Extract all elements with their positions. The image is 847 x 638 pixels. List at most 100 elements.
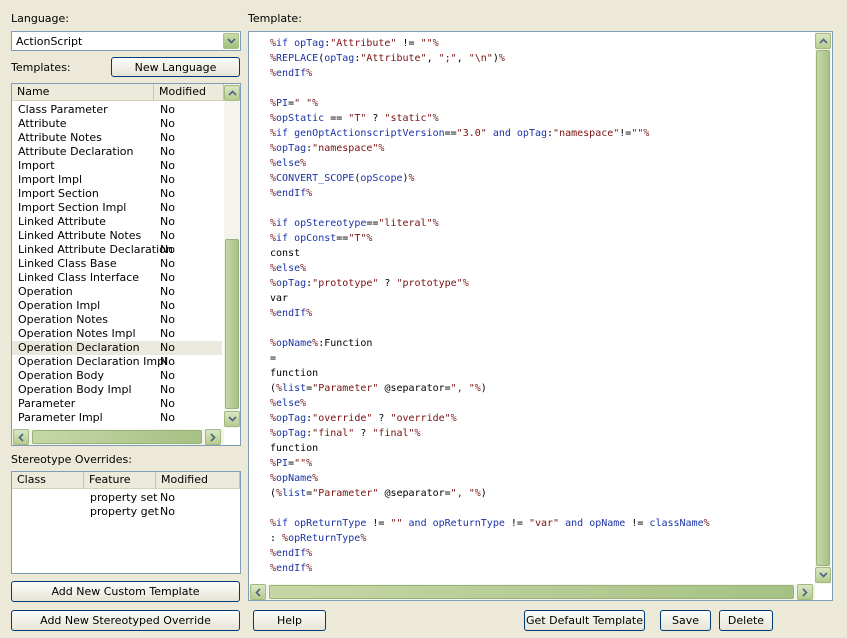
templates-vscroll-thumb[interactable]: [225, 239, 239, 409]
template-name-cell: Parameter: [18, 397, 76, 410]
scroll-down-icon[interactable]: [815, 567, 831, 583]
templates-list[interactable]: Name Modified Class Parameter No Attribute…: [11, 83, 241, 446]
modified-cell: No: [160, 505, 175, 518]
feature-cell: property get: [90, 505, 159, 518]
list-item[interactable]: property get No: [12, 505, 240, 519]
stereotype-list[interactable]: Class Feature Modified property set No p…: [11, 471, 241, 574]
add-new-stereotyped-override-button[interactable]: Add New Stereotyped Override: [11, 610, 240, 631]
editor-hscroll-thumb[interactable]: [269, 585, 794, 599]
template-modified-cell: No: [160, 103, 175, 116]
scroll-down-icon[interactable]: [224, 411, 240, 427]
code-line: function: [270, 443, 319, 454]
table-row[interactable]: Operation Declaration No: [12, 341, 222, 355]
stereotype-list-header: Class Feature Modified: [12, 472, 240, 489]
table-row[interactable]: Linked Class Base No: [12, 257, 222, 271]
table-row[interactable]: Operation Declaration Impl No: [12, 355, 222, 369]
editor-vscroll-thumb[interactable]: [816, 50, 830, 566]
table-row[interactable]: Operation No: [12, 285, 222, 299]
chevron-down-icon[interactable]: [223, 33, 239, 49]
code-line: var: [270, 293, 289, 304]
delete-button[interactable]: Delete: [719, 610, 773, 631]
column-modified[interactable]: Modified: [154, 84, 224, 101]
template-name-cell: Operation Impl: [18, 299, 101, 312]
help-button[interactable]: Help: [253, 610, 326, 631]
template-editor[interactable]: %if opTag:"Attribute" != ""% %REPLACE(opT…: [248, 31, 833, 601]
scroll-left-icon[interactable]: [250, 584, 266, 600]
template-modified-cell: No: [160, 327, 175, 340]
column-class[interactable]: Class: [12, 472, 84, 489]
templates-hscroll-thumb[interactable]: [32, 430, 202, 444]
code-line: %opTag:"namespace"%: [270, 143, 385, 154]
scroll-right-icon[interactable]: [797, 584, 813, 600]
template-modified-cell: No: [160, 117, 175, 130]
template-code[interactable]: %if opTag:"Attribute" != ""% %REPLACE(opT…: [270, 36, 710, 576]
templates-vscroll[interactable]: [224, 84, 240, 428]
templates-hscroll[interactable]: [12, 429, 224, 445]
template-modified-cell: No: [160, 159, 175, 172]
template-label: Template:: [248, 12, 302, 25]
code-line: %opStatic == "T" ? "static"%: [270, 113, 439, 124]
table-row[interactable]: Operation Notes Impl No: [12, 327, 222, 341]
table-row[interactable]: Linked Class Interface No: [12, 271, 222, 285]
table-row[interactable]: Attribute Declaration No: [12, 145, 222, 159]
table-row[interactable]: Import Section No: [12, 187, 222, 201]
code-line: %opTag:"prototype" ? "prototype"%: [270, 278, 469, 289]
template-name-cell: Import: [18, 159, 55, 172]
stereotype-overrides-label: Stereotype Overrides:: [11, 453, 132, 466]
scroll-right-icon[interactable]: [205, 429, 221, 445]
list-item[interactable]: property set No: [12, 491, 240, 505]
code-line: : %opReturnType%: [270, 533, 367, 544]
code-line: %PI=""%: [270, 458, 313, 469]
code-line: %PI=" "%: [270, 98, 319, 109]
table-row[interactable]: Attribute No: [12, 117, 222, 131]
editor-vscroll[interactable]: [815, 32, 831, 584]
language-combo[interactable]: ActionScript: [11, 31, 241, 51]
table-row[interactable]: Linked Attribute Declaration No: [12, 243, 222, 257]
code-line: %if genOptActionscriptVersion=="3.0" and…: [270, 128, 650, 139]
editor-hscroll[interactable]: [249, 584, 815, 600]
template-modified-cell: No: [160, 187, 175, 200]
code-line: %endIf%: [270, 308, 313, 319]
add-new-custom-template-button[interactable]: Add New Custom Template: [11, 581, 240, 602]
table-row[interactable]: Operation Body Impl No: [12, 383, 222, 397]
code-line: %opTag:"override" ? "override"%: [270, 413, 457, 424]
table-row[interactable]: Linked Attribute No: [12, 215, 222, 229]
code-line: %endIf%: [270, 563, 313, 574]
template-modified-cell: No: [160, 397, 175, 410]
table-row[interactable]: Parameter Impl No: [12, 411, 222, 425]
column-modified[interactable]: Modified: [156, 472, 240, 489]
column-feature[interactable]: Feature: [84, 472, 156, 489]
code-line: %opTag:"final" ? "final"%: [270, 428, 421, 439]
template-name-cell: Linked Attribute: [18, 215, 106, 228]
scroll-left-icon[interactable]: [13, 429, 29, 445]
template-modified-cell: No: [160, 355, 175, 368]
template-modified-cell: No: [160, 341, 175, 354]
table-row[interactable]: Import Section Impl No: [12, 201, 222, 215]
code-line: %endIf%: [270, 68, 313, 79]
column-name[interactable]: Name: [12, 84, 154, 101]
scroll-up-icon[interactable]: [224, 85, 240, 101]
template-modified-cell: No: [160, 201, 175, 214]
new-language-button[interactable]: New Language: [111, 57, 240, 77]
scroll-up-icon[interactable]: [815, 33, 831, 49]
table-row[interactable]: Parameter No: [12, 397, 222, 411]
table-row[interactable]: Operation Body No: [12, 369, 222, 383]
table-row[interactable]: Operation Notes No: [12, 313, 222, 327]
template-name-cell: Attribute: [18, 117, 67, 130]
table-row[interactable]: Import No: [12, 159, 222, 173]
table-row[interactable]: Operation Impl No: [12, 299, 222, 313]
template-name-cell: Operation Body Impl: [18, 383, 132, 396]
template-name-cell: Operation Declaration Impl: [18, 355, 168, 368]
template-name-cell: Operation Body: [18, 369, 105, 382]
code-line: %else%: [270, 158, 307, 169]
language-value: ActionScript: [16, 35, 83, 48]
table-row[interactable]: Attribute Notes No: [12, 131, 222, 145]
table-row[interactable]: Class Parameter No: [12, 103, 222, 117]
save-button[interactable]: Save: [660, 610, 711, 631]
get-default-template-button[interactable]: Get Default Template: [524, 610, 645, 631]
table-row[interactable]: Import Impl No: [12, 173, 222, 187]
table-row[interactable]: Linked Attribute Notes No: [12, 229, 222, 243]
